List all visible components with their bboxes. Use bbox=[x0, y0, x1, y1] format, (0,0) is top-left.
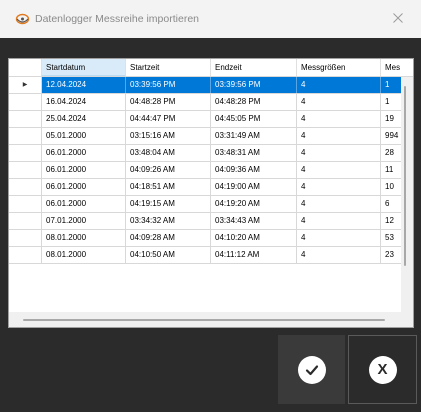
table-cell[interactable]: 4 bbox=[297, 179, 381, 195]
data-grid[interactable]: Startdatum Startzeit Endzeit Messgrößen Mes … bbox=[8, 58, 414, 328]
table-cell[interactable]: 06.01.2000 bbox=[42, 196, 126, 212]
table-cell[interactable]: 4 bbox=[297, 94, 381, 110]
vertical-scroll-thumb[interactable] bbox=[404, 86, 406, 266]
row-header[interactable] bbox=[9, 179, 42, 195]
horizontal-scrollbar[interactable] bbox=[9, 312, 413, 327]
close-icon bbox=[393, 10, 403, 28]
app-icon bbox=[15, 12, 30, 27]
table-cell[interactable]: 4 bbox=[297, 230, 381, 246]
row-header[interactable] bbox=[9, 247, 42, 263]
table-cell[interactable]: 4 bbox=[297, 128, 381, 144]
table-row[interactable]: 25.04.2024 04:44:47 PM 04:45:05 PM 4 19 bbox=[9, 111, 413, 128]
table-cell[interactable]: 4 bbox=[297, 145, 381, 161]
table-cell[interactable]: 04:09:28 AM bbox=[126, 230, 211, 246]
column-header[interactable]: Startzeit bbox=[126, 59, 211, 76]
column-header[interactable]: Messgrößen bbox=[297, 59, 381, 76]
table-cell[interactable]: 05.01.2000 bbox=[42, 128, 126, 144]
close-button[interactable] bbox=[375, 0, 421, 38]
table-cell[interactable]: 4 bbox=[297, 213, 381, 229]
table-cell[interactable]: 08.01.2000 bbox=[42, 247, 126, 263]
vertical-scrollbar[interactable] bbox=[401, 77, 413, 312]
table-cell[interactable]: 04:10:50 AM bbox=[126, 247, 211, 263]
row-header[interactable] bbox=[9, 162, 42, 178]
table-row[interactable]: 06.01.2000 04:09:26 AM 04:09:36 AM 4 11 bbox=[9, 162, 413, 179]
table-cell[interactable]: 03:39:56 PM bbox=[126, 77, 211, 93]
dialog-body: Startdatum Startzeit Endzeit Messgrößen Mes … bbox=[0, 38, 421, 412]
table-cell[interactable]: 4 bbox=[297, 162, 381, 178]
title-bar: Datenlogger Messreihe importieren bbox=[0, 0, 421, 38]
check-icon bbox=[297, 355, 326, 384]
row-header[interactable] bbox=[9, 230, 42, 246]
table-row[interactable]: 08.01.2000 04:10:50 AM 04:11:12 AM 4 23 bbox=[9, 247, 413, 264]
cancel-label: X bbox=[377, 361, 388, 378]
table-row[interactable]: 05.01.2000 03:15:16 AM 03:31:49 AM 4 994 bbox=[9, 128, 413, 145]
table-row[interactable]: 06.01.2000 04:19:15 AM 04:19:20 AM 4 6 bbox=[9, 196, 413, 213]
table-cell[interactable]: 04:09:36 AM bbox=[211, 162, 297, 178]
row-header-corner bbox=[9, 59, 42, 76]
table-cell[interactable]: 03:34:32 AM bbox=[126, 213, 211, 229]
table-cell[interactable]: 06.01.2000 bbox=[42, 162, 126, 178]
table-cell[interactable]: 04:10:20 AM bbox=[211, 230, 297, 246]
table-cell[interactable]: 25.04.2024 bbox=[42, 111, 126, 127]
table-cell[interactable]: 07.01.2000 bbox=[42, 213, 126, 229]
table-row[interactable]: 08.01.2000 04:09:28 AM 04:10:20 AM 4 53 bbox=[9, 230, 413, 247]
table-cell[interactable]: 03:48:31 AM bbox=[211, 145, 297, 161]
table-cell[interactable]: 06.01.2000 bbox=[42, 179, 126, 195]
table-cell[interactable]: 03:31:49 AM bbox=[211, 128, 297, 144]
cancel-button[interactable]: X bbox=[348, 335, 417, 404]
table-row[interactable]: 16.04.2024 04:48:28 PM 04:48:28 PM 4 1 bbox=[9, 94, 413, 111]
cancel-icon: X bbox=[368, 355, 397, 384]
table-cell[interactable]: 04:48:28 PM bbox=[126, 94, 211, 110]
column-header[interactable]: Startdatum bbox=[42, 59, 126, 76]
table-cell[interactable]: 04:18:51 AM bbox=[126, 179, 211, 195]
table-row[interactable]: 06.01.2000 03:48:04 AM 03:48:31 AM 4 28 bbox=[9, 145, 413, 162]
table-cell[interactable]: 04:19:15 AM bbox=[126, 196, 211, 212]
column-header[interactable]: Mes bbox=[381, 59, 413, 76]
table-cell[interactable]: 03:39:56 PM bbox=[211, 77, 297, 93]
table-cell[interactable]: 4 bbox=[297, 247, 381, 263]
table-cell[interactable]: 12.04.2024 bbox=[42, 77, 126, 93]
table-cell[interactable]: 04:48:28 PM bbox=[211, 94, 297, 110]
table-cell[interactable]: 03:15:16 AM bbox=[126, 128, 211, 144]
window-title: Datenlogger Messreihe importieren bbox=[35, 13, 199, 25]
grid-rows: ▶ 12.04.2024 03:39:56 PM 03:39:56 PM 4 1 16.04… bbox=[9, 77, 413, 264]
column-header[interactable]: Endzeit bbox=[211, 59, 297, 76]
table-cell[interactable]: 04:19:20 AM bbox=[211, 196, 297, 212]
row-header[interactable] bbox=[9, 213, 42, 229]
table-cell[interactable]: 4 bbox=[297, 196, 381, 212]
table-cell[interactable]: 06.01.2000 bbox=[42, 145, 126, 161]
table-cell[interactable]: 04:09:26 AM bbox=[126, 162, 211, 178]
table-cell[interactable]: 04:19:00 AM bbox=[211, 179, 297, 195]
table-cell[interactable]: 04:11:12 AM bbox=[211, 247, 297, 263]
table-row[interactable]: 07.01.2000 03:34:32 AM 03:34:43 AM 4 12 bbox=[9, 213, 413, 230]
row-header[interactable] bbox=[9, 196, 42, 212]
table-cell[interactable]: 03:34:43 AM bbox=[211, 213, 297, 229]
horizontal-scroll-thumb[interactable] bbox=[23, 319, 385, 321]
table-cell[interactable]: 04:45:05 PM bbox=[211, 111, 297, 127]
table-cell[interactable]: 08.01.2000 bbox=[42, 230, 126, 246]
table-cell[interactable]: 16.04.2024 bbox=[42, 94, 126, 110]
table-row[interactable]: 06.01.2000 04:18:51 AM 04:19:00 AM 4 10 bbox=[9, 179, 413, 196]
row-header[interactable] bbox=[9, 128, 42, 144]
grid-header: Startdatum Startzeit Endzeit Messgrößen Mes bbox=[9, 59, 413, 77]
current-row-indicator-icon: ▶ bbox=[22, 82, 28, 88]
row-header[interactable] bbox=[9, 145, 42, 161]
row-header[interactable]: ▶ bbox=[9, 77, 42, 93]
row-header[interactable] bbox=[9, 94, 42, 110]
ok-button[interactable] bbox=[278, 335, 345, 404]
table-row[interactable]: ▶ 12.04.2024 03:39:56 PM 03:39:56 PM 4 1 bbox=[9, 77, 413, 94]
table-cell[interactable]: 4 bbox=[297, 77, 381, 93]
table-cell[interactable]: 4 bbox=[297, 111, 381, 127]
table-cell[interactable]: 04:44:47 PM bbox=[126, 111, 211, 127]
row-header[interactable] bbox=[9, 111, 42, 127]
table-cell[interactable]: 03:48:04 AM bbox=[126, 145, 211, 161]
